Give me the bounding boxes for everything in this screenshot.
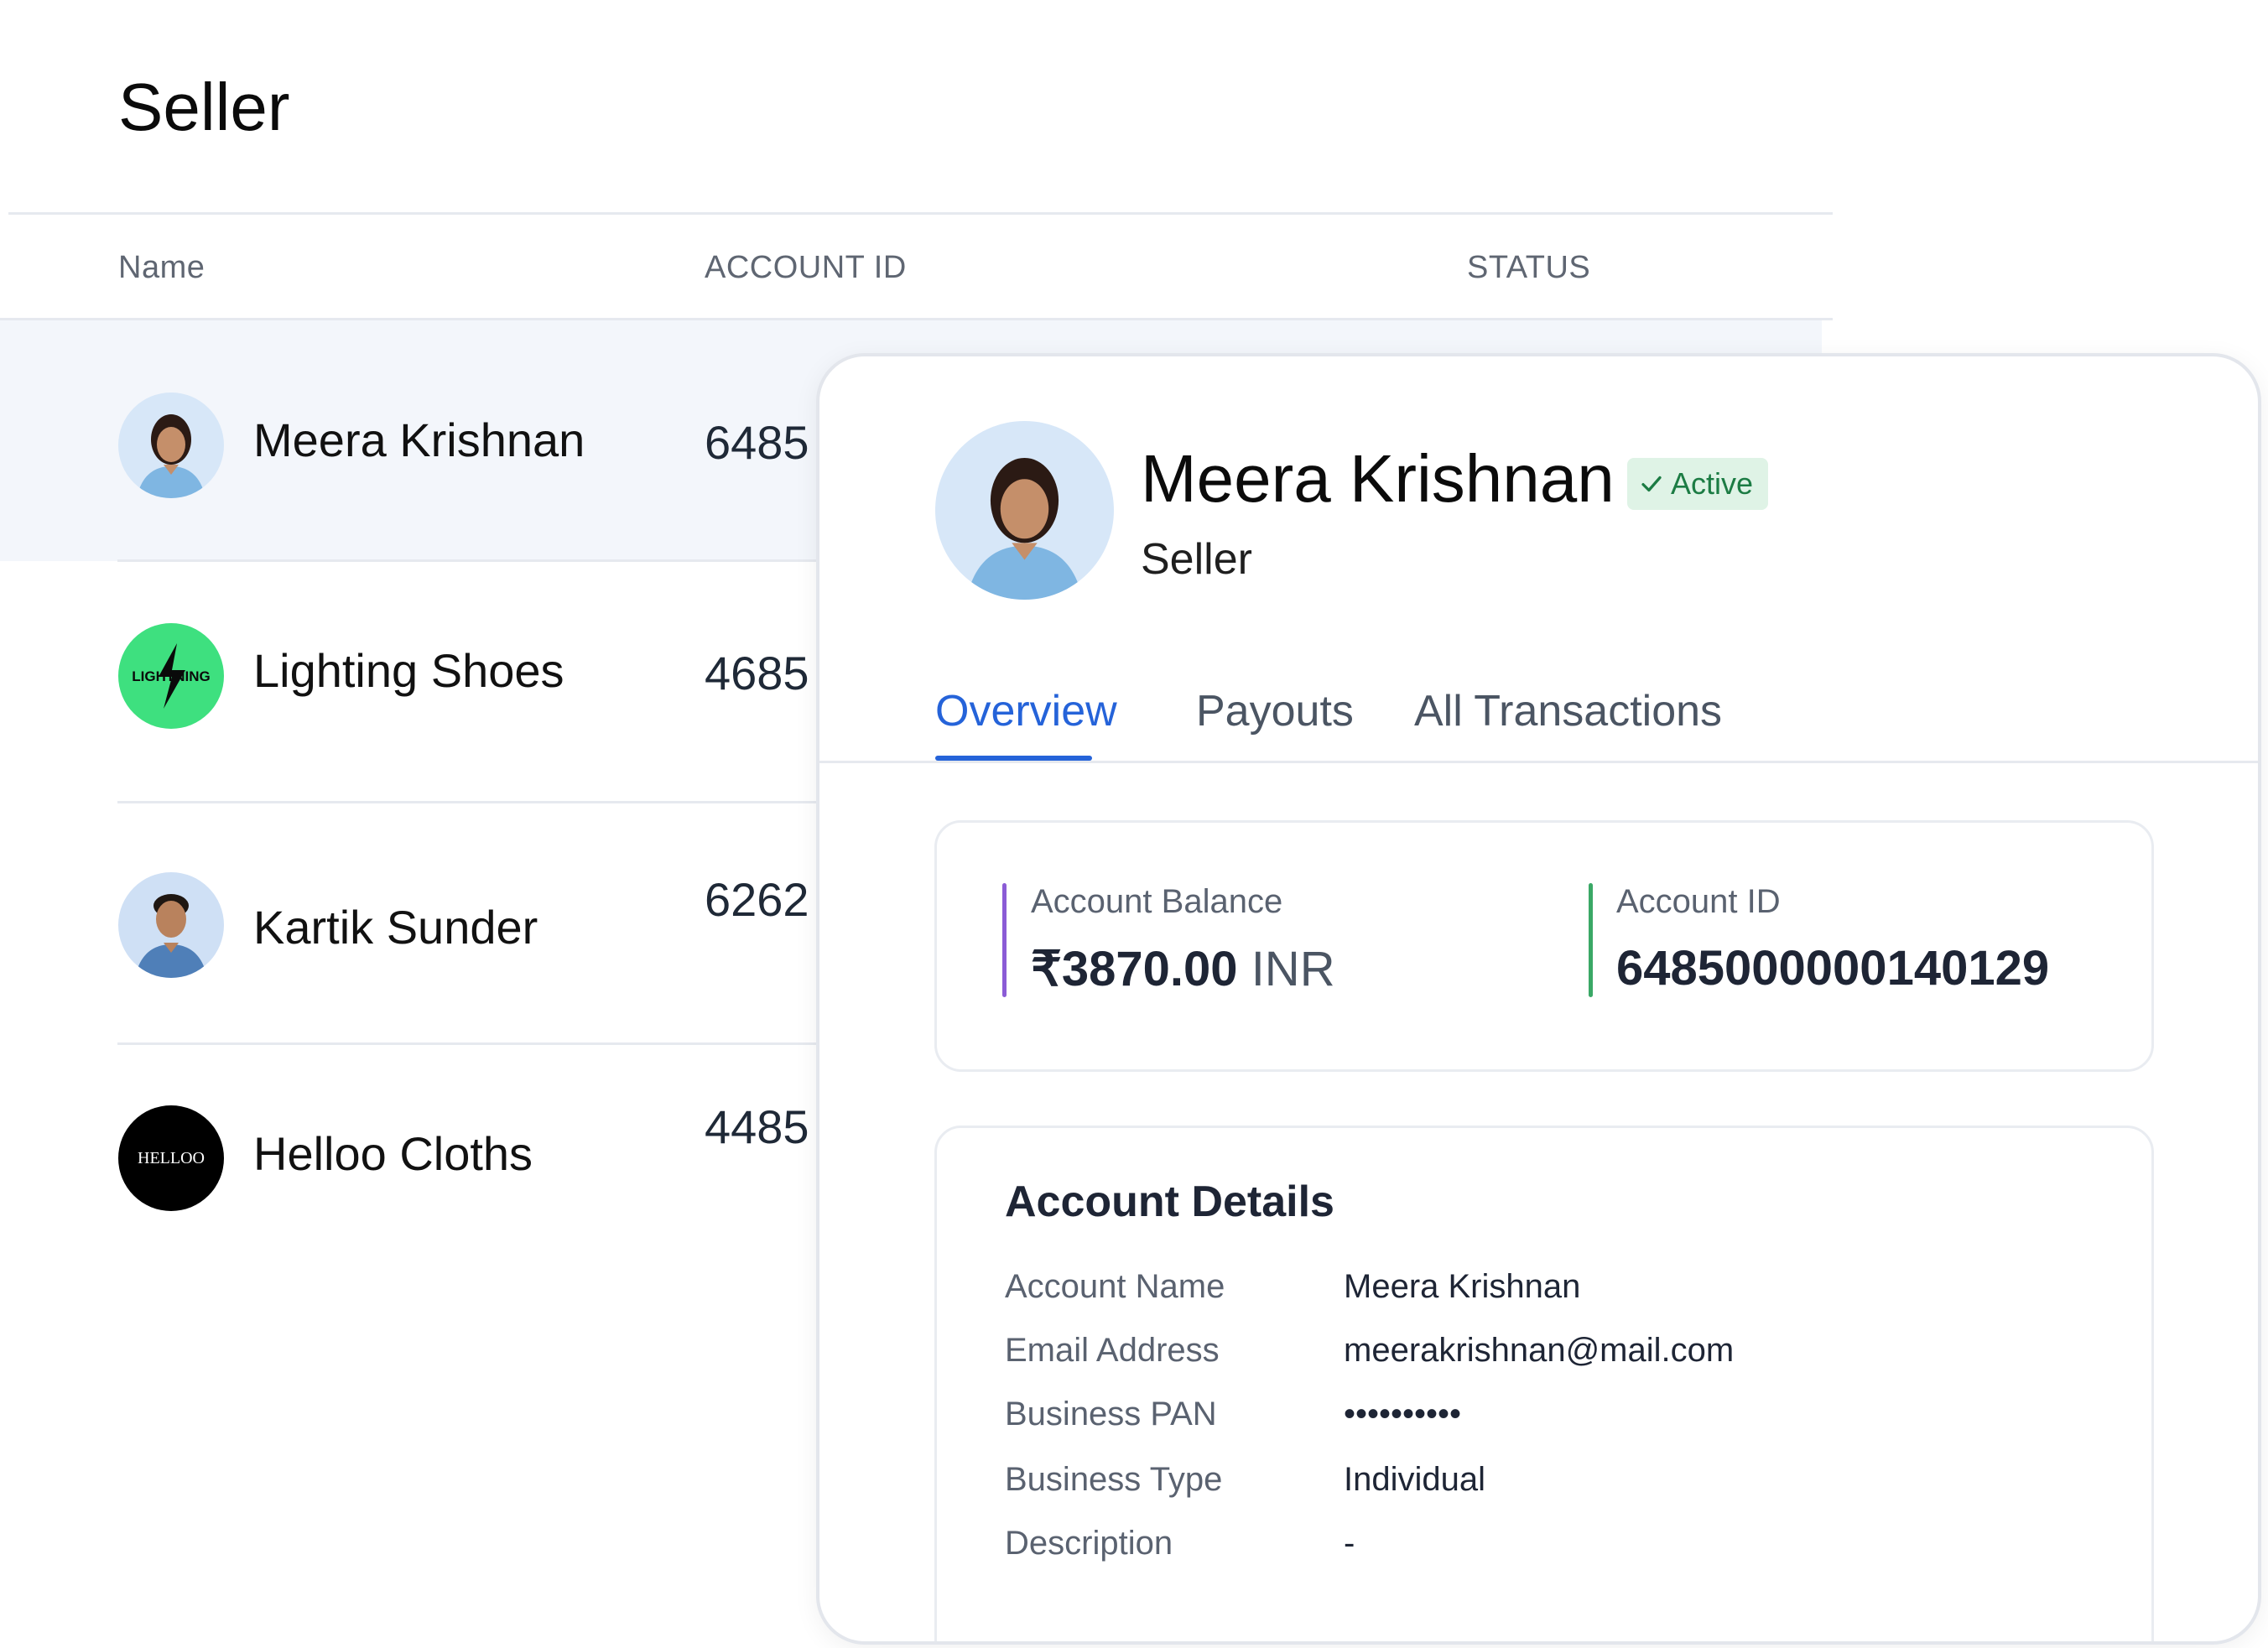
man-portrait-icon	[118, 872, 224, 978]
account-details-panel: Account Details Account Name Meera Krish…	[934, 1126, 2154, 1641]
tab-all-transactions[interactable]: All Transactions	[1414, 686, 1722, 736]
business-pan-label: Business PAN	[1005, 1396, 1217, 1432]
business-type-label: Business Type	[1005, 1461, 1223, 1498]
profile-role: Seller	[1141, 535, 1252, 584]
tab-overview[interactable]: Overview	[935, 686, 1117, 736]
seller-detail-card: Meera Krishnan Active Seller Overview Pa…	[816, 353, 2261, 1645]
seller-account-id: 4485	[705, 1100, 809, 1153]
email-address-label: Email Address	[1005, 1332, 1220, 1369]
account-summary-panel: Account Balance ₹3870.00 INR Account ID …	[934, 820, 2154, 1072]
email-address-value[interactable]: meerakrishnan@mail.com	[1344, 1332, 1734, 1370]
account-name-label: Account Name	[1005, 1268, 1225, 1305]
description-label: Description	[1005, 1525, 1173, 1562]
seller-name[interactable]: Lighting Shoes	[253, 643, 564, 698]
profile-avatar-icon	[935, 421, 1114, 600]
lightning-logo-icon: LIGHTNING	[118, 623, 224, 729]
page-title: Seller	[118, 70, 290, 144]
account-id-label: Account ID	[1616, 883, 1781, 920]
svg-text:LIGHTNING: LIGHTNING	[132, 668, 211, 684]
svg-text:HELLOO: HELLOO	[138, 1149, 205, 1167]
seller-account-id: 4685	[705, 647, 809, 699]
list-top-divider	[8, 212, 1833, 215]
helloo-logo-icon: HELLOO	[118, 1105, 224, 1211]
account-balance-label: Account Balance	[1031, 883, 1283, 920]
column-header-status[interactable]: STATUS	[1467, 250, 1590, 286]
column-header-name[interactable]: Name	[118, 250, 205, 286]
tab-payouts[interactable]: Payouts	[1196, 686, 1354, 736]
account-name-value: Meera Krishnan	[1344, 1268, 1581, 1305]
business-pan-value: ••••••••••	[1344, 1396, 1462, 1432]
profile-name: Meera Krishnan	[1141, 441, 1615, 516]
tabs-divider	[819, 761, 2258, 763]
account-id-accent-bar	[1589, 883, 1593, 997]
woman-portrait-icon	[118, 393, 224, 498]
account-balance-value: ₹3870.00 INR	[1031, 942, 1335, 996]
account-id-value: 6485000000140129	[1616, 941, 2050, 996]
check-icon	[1641, 476, 1662, 492]
description-value: -	[1344, 1525, 1355, 1562]
seller-account-id: 6262	[705, 873, 809, 926]
account-details-title: Account Details	[1005, 1178, 1334, 1226]
active-tab-indicator	[935, 756, 1092, 761]
status-label: Active	[1671, 466, 1754, 501]
status-badge: Active	[1627, 458, 1769, 510]
seller-account-id: 6485	[705, 416, 809, 469]
seller-name[interactable]: Kartik Sunder	[253, 900, 538, 954]
seller-name[interactable]: Meera Krishnan	[253, 413, 585, 467]
business-type-value: Individual	[1344, 1461, 1486, 1498]
column-header-account-id[interactable]: ACCOUNT ID	[705, 250, 907, 286]
seller-name[interactable]: Helloo Cloths	[253, 1126, 533, 1181]
balance-accent-bar	[1002, 883, 1007, 997]
